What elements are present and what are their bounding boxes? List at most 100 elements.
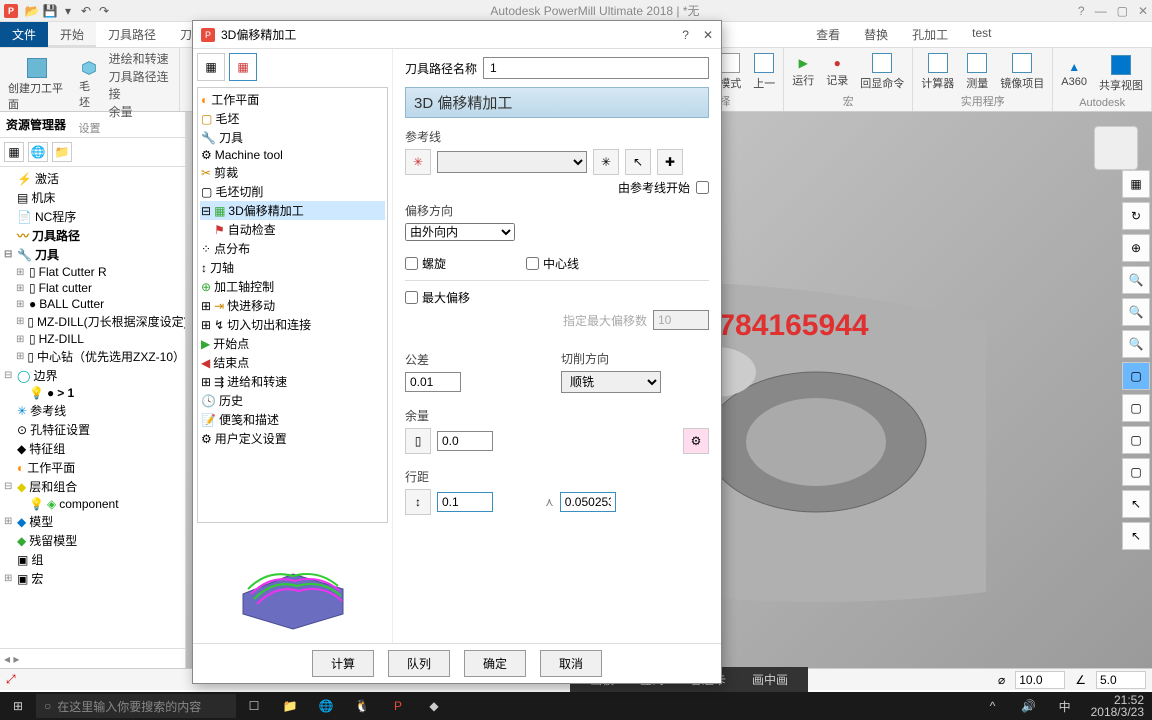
calc-button[interactable]: 计算器 (919, 51, 956, 93)
measure-button[interactable]: 测量 (964, 51, 990, 93)
tool-expand-icon[interactable]: ▦ (4, 142, 24, 162)
tray-vol-icon[interactable]: 🔊 (1011, 692, 1047, 720)
help-icon[interactable]: ? (1078, 4, 1085, 18)
close-icon[interactable]: ✕ (1138, 4, 1148, 18)
tab-check[interactable]: 查看 (804, 22, 852, 47)
maxoffset-checkbox[interactable] (405, 291, 418, 304)
strategy-icon-1[interactable]: ▦ (197, 53, 225, 81)
maxoffsetnum-label: 指定最大偏移数 (563, 312, 647, 329)
app-icon-4[interactable]: P (380, 692, 416, 720)
app-icon-5[interactable]: ◆ (416, 692, 452, 720)
view-wire2-icon[interactable]: ▢ (1122, 458, 1150, 486)
app-icon-3[interactable]: 🐧 (344, 692, 380, 720)
stepover-icon[interactable]: ↕ (405, 489, 431, 515)
create-workplane-button[interactable]: 创建刀工平面 (6, 56, 69, 114)
stock-input[interactable] (437, 431, 493, 451)
a360-button[interactable]: ▲A360 (1059, 58, 1089, 90)
tolerance-input[interactable] (405, 372, 461, 392)
view-rotate-icon[interactable]: ↻ (1122, 202, 1150, 230)
dialog-title: 3D偏移精加工 (221, 26, 682, 43)
taskbar-clock[interactable]: 21:522018/3/23 (1083, 694, 1152, 718)
refline-btn1-icon[interactable]: ✳ (593, 149, 619, 175)
view-block-icon[interactable]: ▢ (1122, 426, 1150, 454)
app-icon-1[interactable]: 📁 (272, 692, 308, 720)
view-cursor-icon[interactable]: ↖ (1122, 490, 1150, 518)
feedrate-label[interactable]: 进绘和转速 (109, 50, 173, 67)
angle-input[interactable] (1096, 671, 1146, 689)
view-zoom-icon[interactable]: 🔍 (1122, 266, 1150, 294)
offsetdir-select[interactable]: 由外向内 (405, 223, 515, 241)
view-cursor2-icon[interactable]: ↖ (1122, 522, 1150, 550)
dialog-close-icon[interactable]: ✕ (703, 28, 713, 42)
tab-hole[interactable]: 孔加工 (900, 22, 960, 47)
spiral-checkbox[interactable] (405, 257, 418, 270)
app-icon-2[interactable]: 🌐 (308, 692, 344, 720)
maximize-icon[interactable]: ▢ (1117, 4, 1128, 18)
taskbar-search[interactable]: ○ 在这里输入你要搜索的内容 (36, 694, 236, 718)
app-logo: P (4, 4, 18, 18)
view-wire-icon[interactable]: ▢ (1122, 394, 1150, 422)
calc-button[interactable]: 计算 (312, 650, 374, 677)
run-button[interactable]: ▶运行 (790, 54, 816, 90)
tab-test[interactable]: test (960, 22, 1003, 47)
dialog-logo: P (201, 28, 215, 42)
stepover-input[interactable] (437, 492, 493, 512)
save-icon[interactable]: 💾 (42, 3, 58, 19)
redo-icon[interactable]: ↷ (96, 3, 112, 19)
open-icon[interactable]: 📂 (24, 3, 40, 19)
refline-btn3-icon[interactable]: ✚ (657, 149, 683, 175)
dropdown-icon[interactable]: ▾ (60, 3, 76, 19)
tray-ime-icon[interactable]: 中 (1047, 692, 1083, 720)
share-button[interactable]: 共享视图 (1097, 53, 1145, 95)
name-input[interactable] (483, 57, 709, 79)
up-button[interactable]: 上一 (751, 51, 777, 93)
stock-adv-icon[interactable]: ⚙ (683, 428, 709, 454)
ok-button[interactable]: 确定 (464, 650, 526, 677)
stock-icon[interactable]: ▯ (405, 428, 431, 454)
macro-button[interactable]: 回显命令 (858, 51, 906, 93)
offsetdir-label: 偏移方向 (405, 202, 709, 219)
windows-start-icon[interactable]: ⊞ (0, 692, 36, 720)
refline-btn2-icon[interactable]: ↖ (625, 149, 651, 175)
connect-label[interactable]: 刀具路径连接 (109, 68, 173, 102)
view-fit-icon[interactable]: ⊕ (1122, 234, 1150, 262)
view-zoom3-icon[interactable]: 🔍 (1122, 330, 1150, 358)
dialog-help-icon[interactable]: ? (682, 28, 689, 42)
explorer-tree[interactable]: ⚡激活 ▤机床 📄NC程序 〰刀具路径 ⊟🔧刀具 ⊞▯Flat Cutter R… (0, 167, 185, 648)
view-iso-icon[interactable]: ▦ (1122, 170, 1150, 198)
dialog-3d-offset: P 3D偏移精加工 ? ✕ ▦ ▦ ◐工作平面 ▢毛坯 🔧刀具 ⚙Machine… (192, 20, 722, 684)
strategy-icon-2[interactable]: ▦ (229, 53, 257, 81)
diameter-icon: ⌀ (998, 673, 1005, 687)
record-button[interactable]: ●记录 (824, 54, 850, 90)
cutdir-select[interactable]: 顺铣 (561, 371, 661, 393)
explorer-title: 资源管理器 (0, 112, 185, 138)
tool-globe-icon[interactable]: 🌐 (28, 142, 48, 162)
mirror-button[interactable]: 镜像项目 (998, 51, 1046, 93)
refline-select[interactable] (437, 151, 587, 173)
tool-folder-icon[interactable]: 📁 (52, 142, 72, 162)
tray-up-icon[interactable]: ^ (975, 692, 1011, 720)
view-cube[interactable] (1094, 126, 1138, 170)
stepover2-input[interactable] (560, 492, 616, 512)
tab-file[interactable]: 文件 (0, 22, 48, 47)
tab-toolpath[interactable]: 刀具路径 (96, 22, 168, 47)
centerline-checkbox[interactable] (526, 257, 539, 270)
fromref-checkbox[interactable] (696, 181, 709, 194)
stepover-label: 行距 (405, 468, 709, 485)
queue-button[interactable]: 队列 (388, 650, 450, 677)
cancel-button[interactable]: 取消 (540, 650, 602, 677)
minimize-icon[interactable]: — (1095, 4, 1107, 18)
block-button[interactable]: 毛坯 (77, 58, 101, 112)
view-shaded-icon[interactable]: ▢ (1122, 362, 1150, 390)
name-label: 刀具路径名称 (405, 60, 477, 77)
diameter-input[interactable] (1015, 671, 1065, 689)
tab-replace[interactable]: 替换 (852, 22, 900, 47)
dialog-tree[interactable]: ◐工作平面 ▢毛坯 🔧刀具 ⚙Machine tool ✂剪裁 ▢毛坯切削 ⊟▦… (197, 87, 388, 523)
strategy-preview (197, 529, 388, 639)
explorer-footer: ◂ ▸ (0, 648, 185, 668)
refline-icon[interactable]: ✳ (405, 149, 431, 175)
view-zoom2-icon[interactable]: 🔍 (1122, 298, 1150, 326)
taskview-icon[interactable]: ☐ (236, 692, 272, 720)
tab-start[interactable]: 开始 (48, 22, 96, 47)
undo-icon[interactable]: ↶ (78, 3, 94, 19)
